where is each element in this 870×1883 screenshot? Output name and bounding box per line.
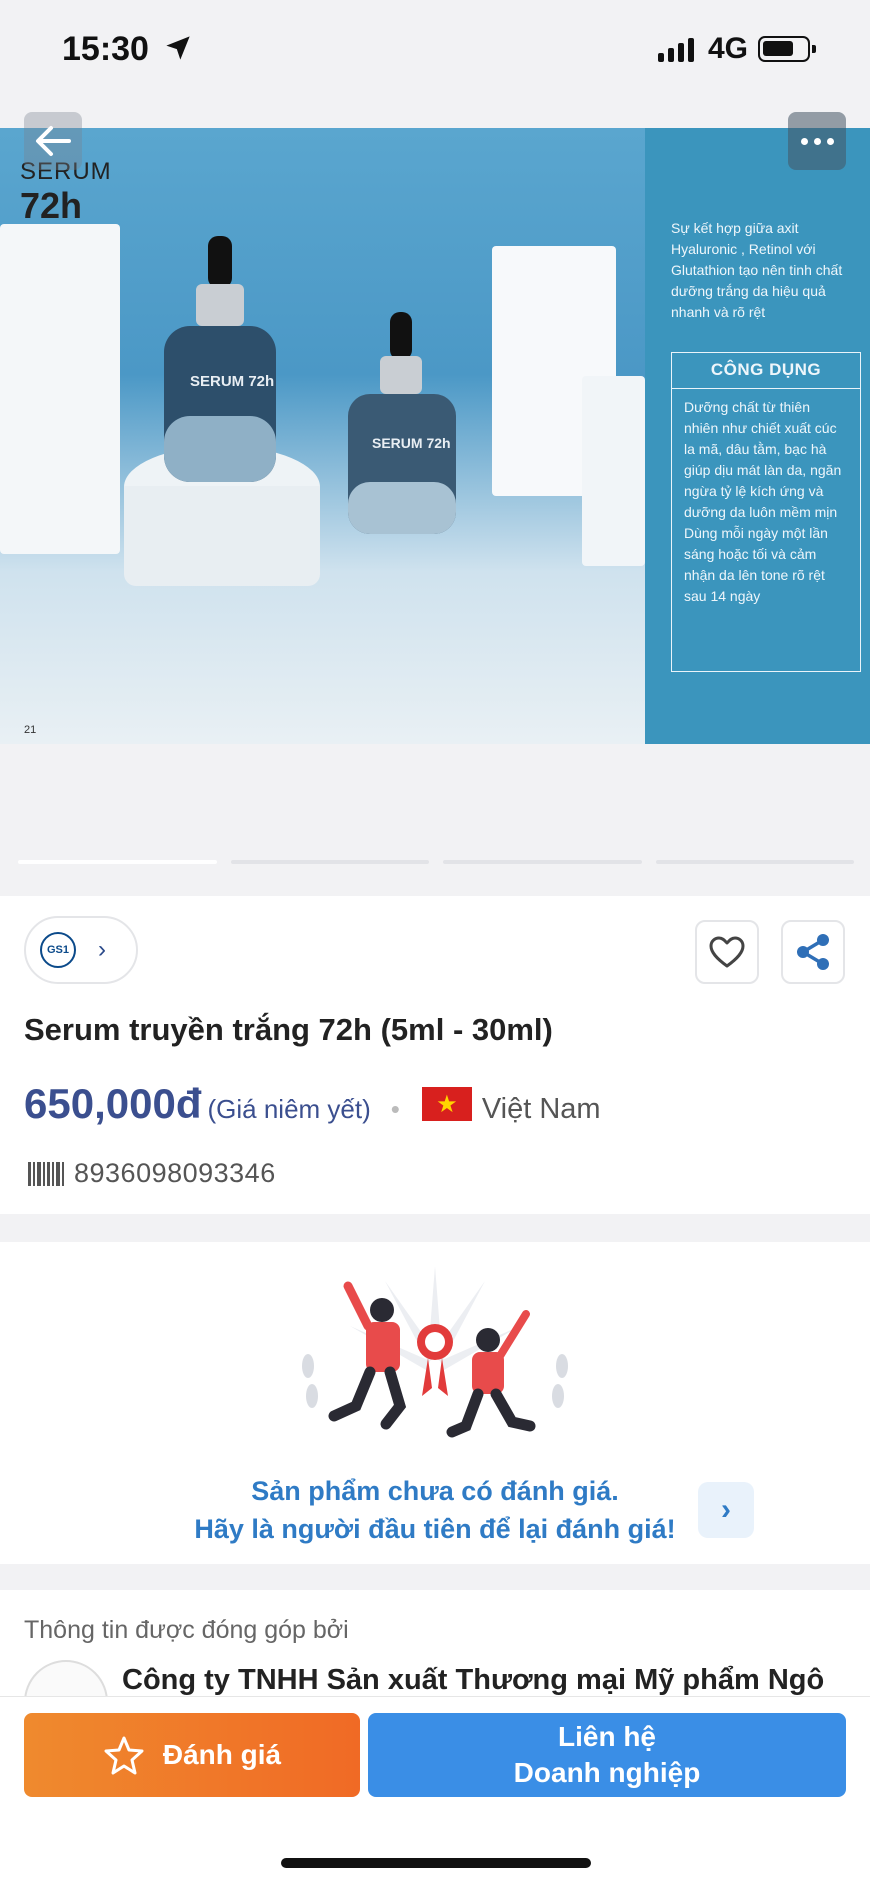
pager-dot[interactable] <box>443 860 642 864</box>
contact-business-button[interactable]: Liên hệ Doanh nghiệp <box>368 1713 846 1797</box>
price-note: (Giá niêm yết) <box>207 1094 371 1124</box>
share-button[interactable] <box>781 920 845 984</box>
pager-dot[interactable] <box>18 860 217 864</box>
pager-dot[interactable] <box>655 860 854 864</box>
more-dot-icon <box>800 137 808 145</box>
image-pager <box>18 860 854 864</box>
location-arrow-icon <box>166 36 190 60</box>
arrow-left-icon <box>36 126 71 156</box>
favorite-button[interactable] <box>695 920 759 984</box>
image-page-number: 21 <box>24 724 37 736</box>
separator-dot: • <box>390 1094 400 1124</box>
product-description-panel: Sự kết hợp giữa axit Hyaluronic , Retino… <box>645 128 870 744</box>
celebration-illustration <box>302 1266 568 1438</box>
chevron-right-icon: › <box>98 936 106 963</box>
contributor-section: Thông tin được đóng góp bởi Công ty TNHH… <box>0 1590 870 1744</box>
product-price: 650,000đ <box>24 1080 202 1127</box>
back-button[interactable] <box>24 112 82 170</box>
share-icon <box>797 934 829 970</box>
status-time: 15:30 <box>62 30 149 68</box>
origin-country: Việt Nam <box>481 1093 601 1125</box>
bottom-action-bar: Đánh giá Liên hệ Doanh nghiệp <box>0 1696 870 1883</box>
no-rating-message: Sản phẩm chưa có đánh giá. Hãy là người … <box>194 1476 676 1544</box>
svg-text:SERUM 72h: SERUM 72h <box>372 435 451 451</box>
star-icon <box>104 1736 144 1775</box>
serum-bottle-large: SERUM 72h <box>164 236 276 482</box>
pager-dot[interactable] <box>230 860 429 864</box>
product-info-card: GS1 › Serum truyền trắng 72h (5ml - 30ml… <box>0 896 870 1214</box>
serum-bottle-small: SERUM 72h <box>348 312 456 534</box>
vietnam-flag-icon: ★ <box>421 1087 472 1121</box>
chevron-right-icon: › <box>721 1493 731 1526</box>
price-row: 650,000đ (Giá niêm yết) • ★ Việt Nam <box>24 1080 601 1128</box>
product-photo: SERUM 72h SERUM 72h SERUM 72h 21 <box>0 128 645 744</box>
network-type: 4G <box>708 32 749 65</box>
barcode-icon <box>28 1161 64 1186</box>
more-dot-icon <box>813 137 821 145</box>
go-to-rating-button[interactable]: › <box>698 1482 754 1538</box>
svg-text:SERUM 72h: SERUM 72h <box>190 373 274 390</box>
rate-button-label: Đánh giá <box>162 1739 282 1770</box>
product-image[interactable]: SERUM 72h SERUM 72h SERUM 72h 21 Sự kết … <box>0 128 870 744</box>
product-title: Serum truyền trắng 72h (5ml - 30ml) <box>24 1012 553 1047</box>
company-name[interactable]: Công ty TNHH Sản xuất Thương mại Mỹ phẩm… <box>122 1664 824 1697</box>
status-bar: 15:30 4G <box>0 0 870 100</box>
gs1-logo: GS1 <box>40 932 76 968</box>
signal-icon <box>658 36 694 62</box>
cong-dung-box: CÔNG DỤNG Dưỡng chất từ thiên nhiên như … <box>671 352 861 672</box>
cong-dung-title: CÔNG DỤNG <box>672 353 860 389</box>
cong-dung-text: Dưỡng chất từ thiên nhiên như chiết xuất… <box>684 399 842 604</box>
contributor-label: Thông tin được đóng góp bởi <box>24 1616 349 1644</box>
battery-icon <box>758 36 816 62</box>
product-detail-screen: 15:30 4G SERUM 72h SERUM 72h SERUM 72h 2… <box>0 0 870 1883</box>
more-dot-icon <box>826 137 834 145</box>
more-options-button[interactable] <box>788 112 846 170</box>
barcode-number: 8936098093346 <box>74 1158 276 1188</box>
barcode-row: 8936098093346 <box>28 1158 276 1189</box>
home-indicator[interactable] <box>281 1858 591 1868</box>
gs1-badge-button[interactable]: GS1 › <box>24 916 138 984</box>
intro-text: Sự kết hợp giữa axit Hyaluronic , Retino… <box>671 220 843 320</box>
heart-icon <box>709 936 745 968</box>
rate-button[interactable]: Đánh giá <box>24 1713 360 1797</box>
rating-section: Sản phẩm chưa có đánh giá. Hãy là người … <box>0 1242 870 1564</box>
